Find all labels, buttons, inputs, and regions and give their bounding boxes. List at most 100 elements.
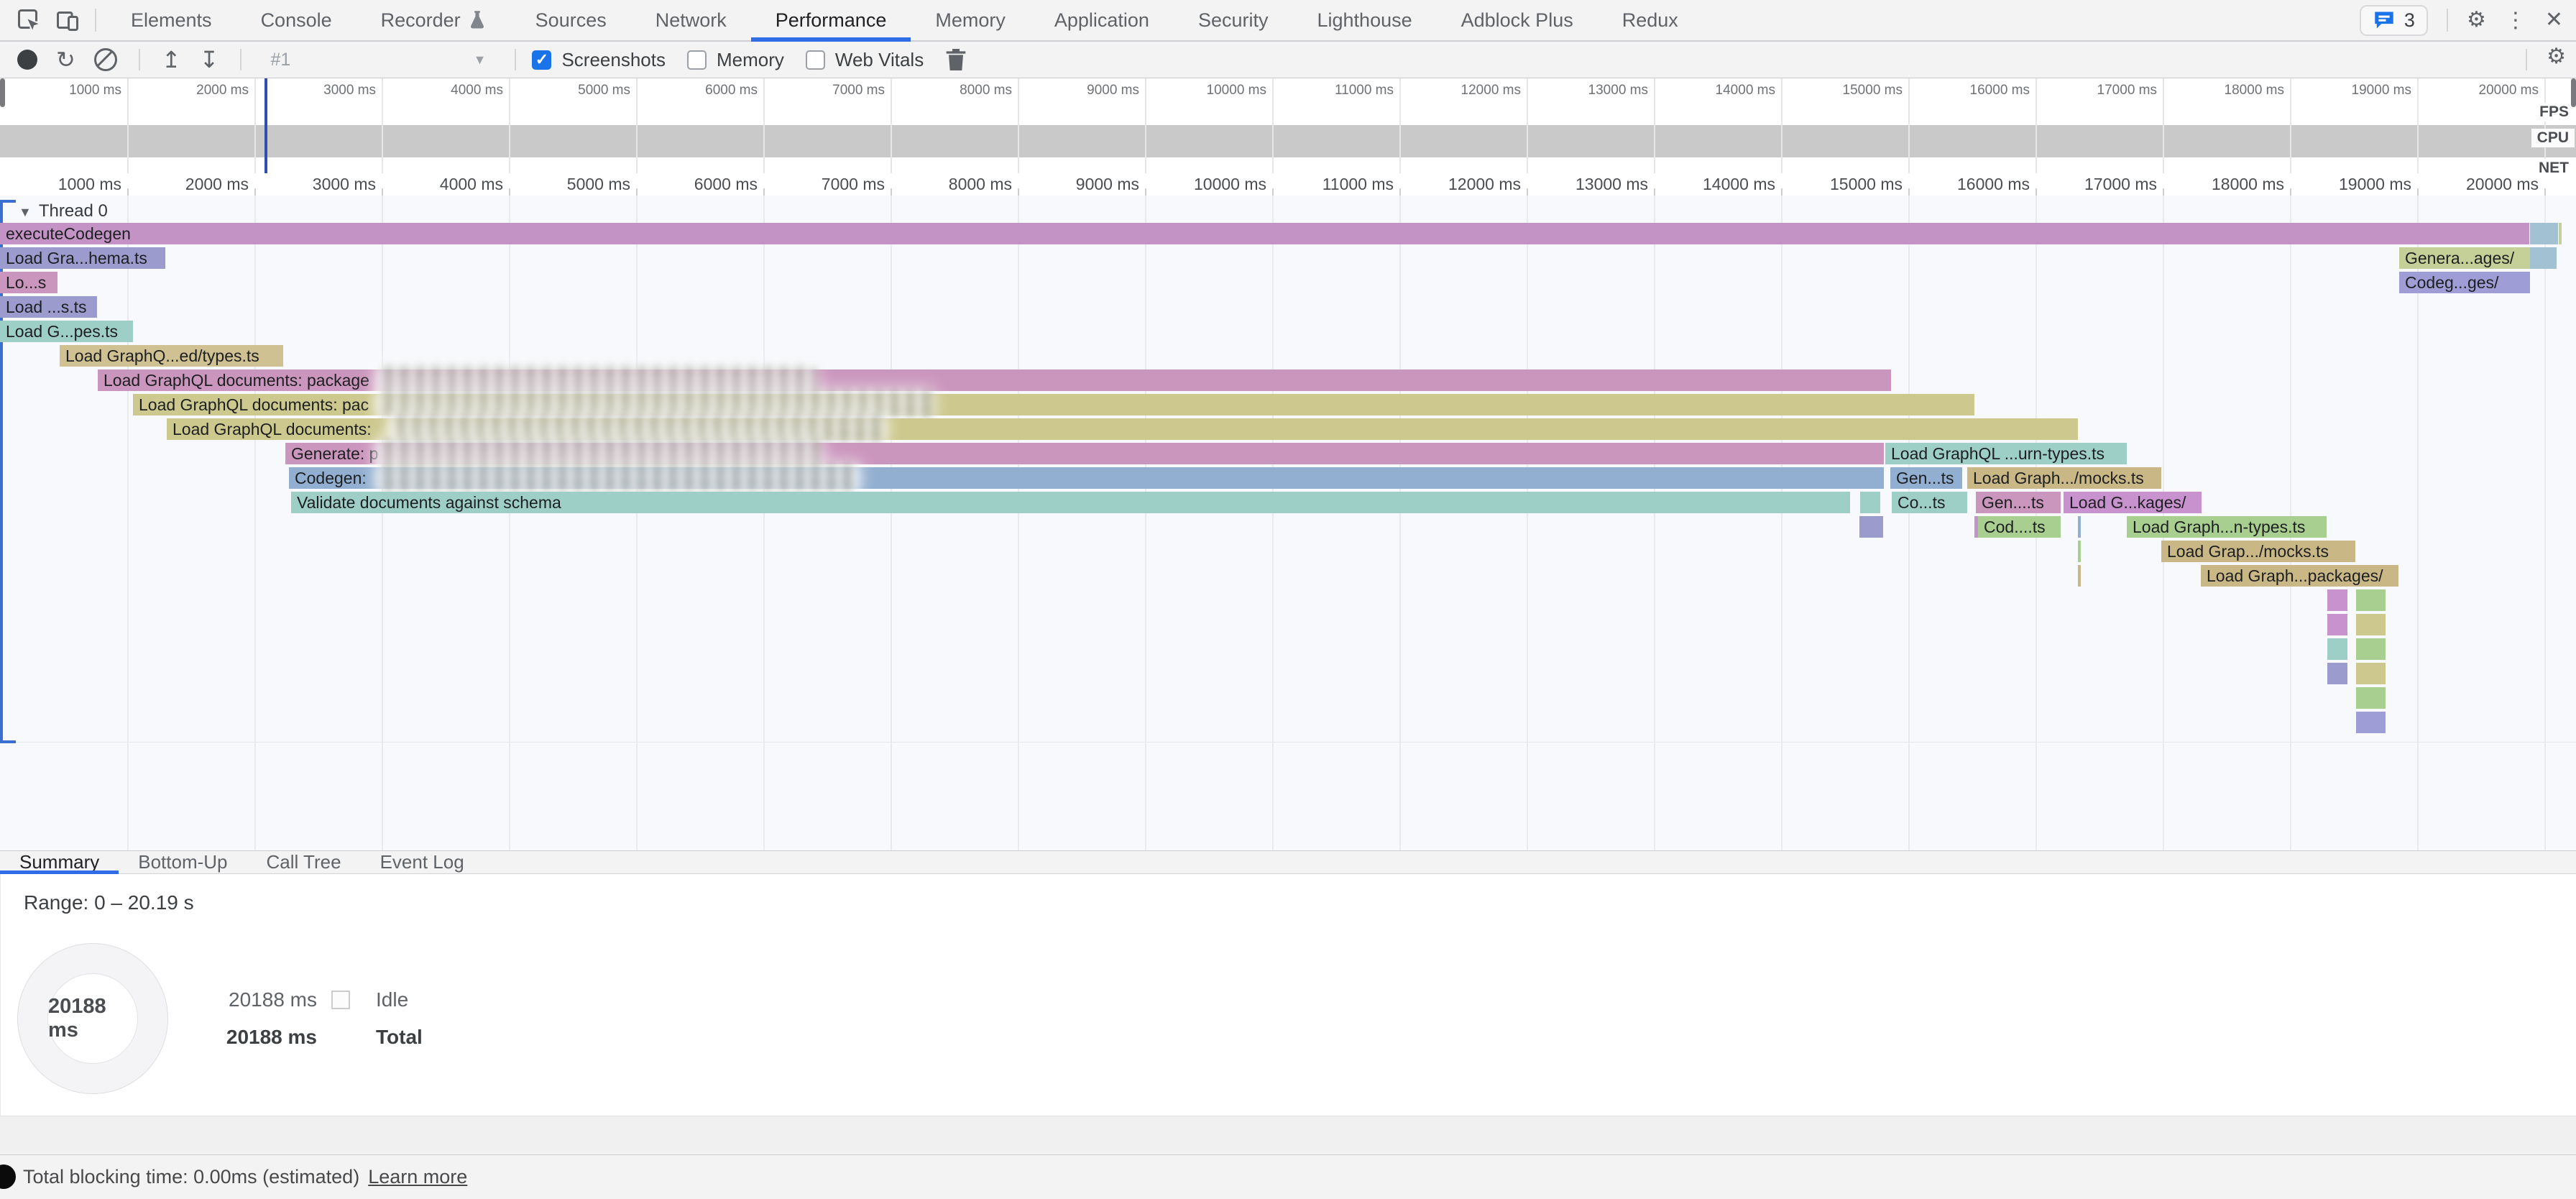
tab-performance[interactable]: Performance — [751, 0, 911, 40]
tab-recorder[interactable]: Recorder — [356, 0, 511, 40]
thread-disclosure-icon[interactable]: ▼ — [19, 205, 32, 219]
device-toolbar-icon[interactable] — [55, 7, 80, 33]
clear-button[interactable] — [94, 48, 117, 71]
tab-elements[interactable]: Elements — [106, 0, 236, 40]
flame-bar-label: Genera...ages/ — [2399, 247, 2530, 269]
legend-label: Idle — [376, 988, 408, 1011]
flame-bar[interactable] — [1860, 492, 1880, 513]
flame-gridline — [1908, 196, 1910, 851]
reload-and-record-button[interactable]: ↻ — [56, 48, 75, 71]
save-profile-button[interactable]: ↧ — [200, 48, 219, 71]
flame-bar[interactable]: Gen...ts — [1890, 467, 1962, 489]
flame-bar[interactable]: Load Gra...hema.ts — [0, 247, 165, 269]
memory-checkbox[interactable] — [687, 50, 707, 70]
details-tabbar: SummaryBottom-UpCall TreeEvent Log — [0, 850, 2576, 875]
flame-bar-label: executeCodegen — [0, 223, 2529, 244]
timeline-overview[interactable]: 1000 ms2000 ms3000 ms4000 ms5000 ms6000 … — [0, 78, 2576, 173]
flame-chart[interactable]: ▼Thread 0 executeCodegen Load Gra...hema.… — [0, 196, 2576, 851]
flame-bar[interactable]: Load Graph...packages/ — [2201, 565, 2398, 587]
tab-adblock-plus[interactable]: Adblock Plus — [1437, 0, 1598, 40]
flame-bar[interactable]: Load GraphQL documents: package — [98, 369, 1891, 391]
trash-icon[interactable] — [945, 47, 967, 72]
ruler-tick-label: 5000 ms — [515, 173, 630, 196]
details-tab-call-tree[interactable]: Call Tree — [247, 851, 361, 873]
details-tab-summary[interactable]: Summary — [0, 851, 119, 873]
screenshots-checkbox[interactable]: ✓ — [532, 50, 551, 70]
flame-bar[interactable]: Genera...ages/ — [2399, 247, 2530, 269]
panel-tabs: ElementsConsoleRecorderSources Network Per… — [106, 0, 1703, 40]
ruler-tick-label: 12000 ms — [1406, 173, 1521, 196]
ruler-tick-label: 9000 ms — [1024, 173, 1139, 196]
tab-console[interactable]: Console — [236, 0, 356, 40]
flame-bar[interactable]: executeCodegen — [0, 223, 2529, 244]
flame-bar[interactable]: Load Graph...n-types.ts — [2127, 516, 2327, 538]
flame-bar[interactable] — [2356, 589, 2386, 611]
flame-bar[interactable] — [1859, 516, 1883, 538]
flame-bar[interactable]: Load GraphQ...ed/types.ts — [60, 345, 283, 367]
flame-bar[interactable]: Load G...pes.ts — [0, 321, 133, 342]
flame-bar[interactable] — [2356, 663, 2386, 684]
learn-more-link[interactable]: Learn more — [368, 1166, 467, 1188]
flame-bar[interactable] — [2559, 223, 2562, 244]
flame-bar[interactable] — [2530, 223, 2558, 244]
flame-bar[interactable] — [2078, 516, 2081, 538]
tab-memory[interactable]: Memory — [911, 0, 1030, 40]
flame-bar[interactable] — [2327, 614, 2347, 635]
load-profile-button[interactable]: ↥ — [162, 48, 181, 71]
flame-bar[interactable] — [2530, 247, 2557, 269]
flame-bar[interactable]: Gen....ts — [1976, 492, 2061, 513]
ruler-tick-mark — [1399, 188, 1401, 196]
issues-count: 3 — [2404, 9, 2415, 32]
tab-security[interactable]: Security — [1174, 0, 1293, 40]
inspect-icon[interactable] — [16, 7, 42, 33]
web-vitals-checkbox[interactable] — [806, 50, 825, 70]
tab-lighthouse[interactable]: Lighthouse — [1293, 0, 1437, 40]
overview-left-handle[interactable] — [0, 78, 5, 107]
ruler-tick-mark — [1145, 188, 1146, 196]
issues-badge[interactable]: 3 — [2360, 5, 2428, 36]
tab-application[interactable]: Application — [1030, 0, 1174, 40]
capture-settings-gear-icon[interactable]: ⚙ — [2547, 46, 2566, 68]
flame-bar[interactable]: Load Graph.../mocks.ts — [1967, 467, 2161, 489]
close-devtools-icon[interactable]: ✕ — [2545, 9, 2563, 31]
overview-right-handle[interactable] — [2571, 78, 2576, 107]
checkbox-memory[interactable]: Memory — [687, 49, 784, 71]
tab-sources[interactable]: Sources — [511, 0, 631, 40]
checkbox-web-vitals[interactable]: Web Vitals — [806, 49, 924, 71]
flame-bar[interactable] — [2356, 638, 2386, 660]
settings-gear-icon[interactable]: ⚙ — [2467, 9, 2486, 31]
flame-bar[interactable]: Codeg...ges/ — [2399, 272, 2530, 293]
flame-bar[interactable] — [2078, 541, 2081, 562]
flame-bar[interactable]: Load G...kages/ — [2064, 492, 2202, 513]
flame-bar[interactable] — [2327, 663, 2347, 684]
tab-label: Network — [656, 9, 727, 32]
history-select[interactable]: #1 ▼ — [263, 50, 493, 70]
flame-bar[interactable] — [2356, 687, 2386, 709]
flame-bar[interactable] — [2356, 712, 2386, 733]
flame-bar[interactable]: Validate documents against schema — [291, 492, 1850, 513]
thread-header[interactable]: ▼Thread 0 — [19, 201, 108, 221]
legend-idle-swatch[interactable] — [331, 991, 350, 1009]
flame-bar[interactable] — [2078, 565, 2081, 587]
more-options-icon[interactable]: ⋮ — [2505, 8, 2526, 33]
flame-bar[interactable] — [2327, 589, 2347, 611]
ruler-tick-mark — [254, 188, 256, 196]
checkbox-screenshots[interactable]: ✓Screenshots — [532, 49, 666, 71]
flame-bar[interactable]: Load GraphQL ...urn-types.ts — [1885, 443, 2127, 464]
flame-bar[interactable]: Cod....ts — [1978, 516, 2061, 538]
total-blocking-time-text: Total blocking time: 0.00ms (estimated) — [23, 1166, 359, 1188]
details-tab-event-log[interactable]: Event Log — [361, 851, 484, 873]
flame-bar[interactable]: Co...ts — [1892, 492, 1967, 513]
flame-bar[interactable] — [2327, 638, 2347, 660]
overview-tick-label: 6000 ms — [650, 83, 758, 98]
flame-bar[interactable] — [2356, 614, 2386, 635]
details-tab-bottom-up[interactable]: Bottom-Up — [119, 851, 247, 873]
flame-bar[interactable]: Load Grap.../mocks.ts — [2161, 541, 2355, 562]
flame-bar[interactable]: Lo...s — [0, 272, 58, 293]
overview-tick-label: 15000 ms — [1795, 83, 1903, 98]
record-button[interactable] — [17, 50, 37, 70]
fps-lane-label: FPS — [2534, 103, 2575, 121]
tab-redux[interactable]: Redux — [1598, 0, 1703, 40]
flame-bar[interactable]: Load ...s.ts — [0, 296, 97, 318]
tab-network[interactable]: Network — [631, 0, 751, 40]
